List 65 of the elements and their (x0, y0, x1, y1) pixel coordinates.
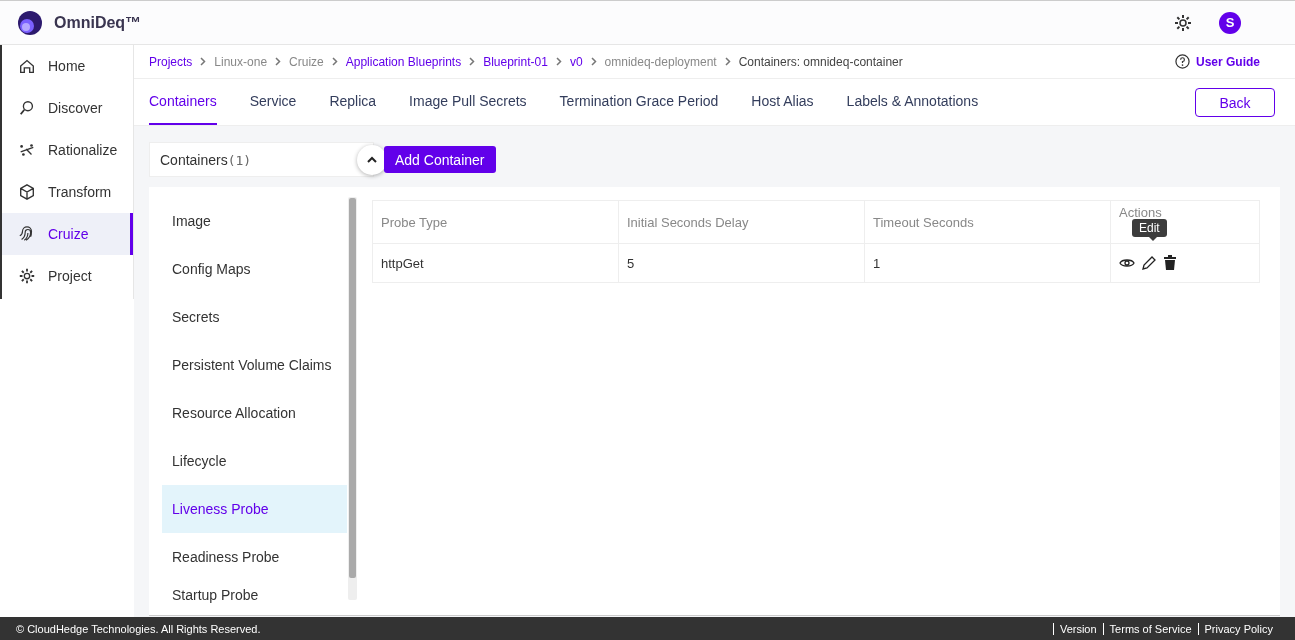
scrollbar[interactable] (348, 197, 357, 600)
settings-icon[interactable] (1173, 12, 1193, 33)
rationalize-icon (18, 141, 36, 159)
section-item[interactable]: Secrets (162, 293, 347, 341)
chevron-icon (590, 57, 597, 66)
breadcrumb-item: omnideq-deployment (604, 54, 717, 69)
footer-link[interactable]: Terms of Service (1102, 622, 1198, 635)
table-cell: 1 (864, 243, 1111, 283)
section-item[interactable]: Config Maps (162, 245, 347, 293)
sidebar-item[interactable]: Project (2, 255, 133, 297)
tab[interactable]: Replica (329, 79, 377, 125)
chevron-icon (275, 57, 282, 66)
breadcrumb-item: Containers: omnideq-container (738, 54, 903, 69)
sidebar-item[interactable]: Rationalize (2, 129, 133, 171)
breadcrumb-item[interactable]: Blueprint-01 (483, 54, 548, 69)
user-avatar[interactable]: S (1219, 11, 1241, 34)
chevron-icon (555, 57, 562, 66)
section-item[interactable]: Startup Probe (162, 581, 347, 609)
copyright-text: © CloudHedge Technologies. All Rights Reserved. (16, 622, 261, 635)
chevron-icon (200, 57, 207, 66)
table-cell: httpGet (372, 243, 619, 283)
tab[interactable]: Labels & Annotations (846, 79, 979, 125)
pencil-icon[interactable] (1141, 255, 1157, 271)
add-container-button[interactable]: Add Container (384, 146, 496, 173)
chevron-icon (724, 57, 731, 66)
gear-icon (18, 267, 36, 285)
breadcrumb-item[interactable]: v0 (569, 54, 583, 69)
chevron-icon (331, 57, 338, 66)
breadcrumb-item[interactable]: Application Blueprints (345, 54, 462, 69)
tab[interactable]: Service (249, 79, 297, 125)
column-header: Probe Type (372, 200, 619, 244)
help-icon (1174, 54, 1190, 69)
trash-icon[interactable] (1163, 255, 1177, 271)
footer-link[interactable]: Privacy Policy (1197, 622, 1279, 635)
containers-label: Containers(1) (160, 151, 252, 168)
footer-link[interactable]: Version (1052, 622, 1103, 635)
cube-icon (18, 183, 36, 201)
tab[interactable]: Image Pull Secrets (409, 79, 527, 125)
user-guide-link[interactable]: User Guide (1195, 54, 1260, 69)
breadcrumb-item: Linux-one (214, 54, 268, 69)
table-cell: 5 (618, 243, 865, 283)
back-button[interactable]: Back (1195, 88, 1275, 117)
section-item[interactable]: Resource Allocation (162, 389, 347, 437)
tab[interactable]: Termination Grace Period (559, 79, 719, 125)
section-item[interactable]: Persistent Volume Claims (162, 341, 347, 389)
section-item[interactable]: Lifecycle (162, 437, 347, 485)
sidebar-item[interactable]: Transform (2, 171, 133, 213)
section-item[interactable]: Image (162, 197, 347, 245)
breadcrumb-item[interactable]: Projects (149, 54, 193, 69)
sidebar-item[interactable]: Discover (2, 87, 133, 129)
chevron-icon (469, 57, 476, 66)
breadcrumb-item: Cruize (289, 54, 324, 69)
section-item[interactable]: Readiness Probe (162, 533, 347, 581)
sidebar-item[interactable]: Home (2, 45, 133, 87)
collapse-button[interactable] (357, 144, 387, 175)
app-name: OmniDeq™ (54, 13, 142, 32)
discover-icon (18, 99, 36, 117)
section-item[interactable]: Liveness Probe (162, 485, 347, 533)
logo-icon (18, 10, 42, 35)
column-header: Timeout Seconds (864, 200, 1111, 244)
tab[interactable]: Host Alias (751, 79, 814, 125)
sidebar-item[interactable]: Cruize (2, 213, 133, 255)
home-icon (18, 57, 36, 75)
tab[interactable]: Containers (149, 79, 217, 125)
column-header: Initial Seconds Delay (618, 200, 865, 244)
